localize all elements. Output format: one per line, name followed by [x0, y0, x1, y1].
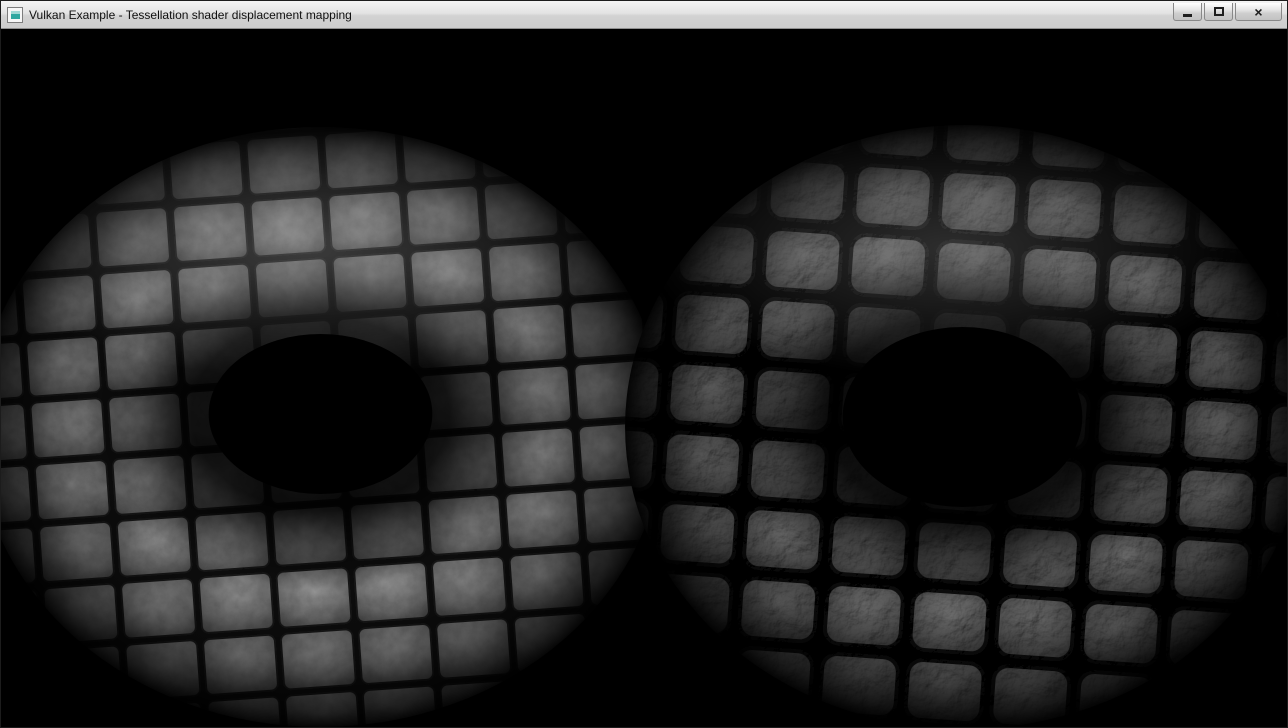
titlebar[interactable]: Vulkan Example - Tessellation shader dis… [1, 1, 1287, 29]
close-icon: × [1254, 5, 1262, 19]
maximize-icon [1214, 7, 1224, 16]
app-window: Vulkan Example - Tessellation shader dis… [0, 0, 1288, 728]
maximize-button[interactable] [1204, 3, 1233, 21]
minimize-icon [1183, 14, 1192, 17]
window-controls: × [1173, 3, 1282, 21]
app-icon [7, 7, 23, 23]
close-button[interactable]: × [1235, 3, 1282, 21]
minimize-button[interactable] [1173, 3, 1202, 21]
window-title: Vulkan Example - Tessellation shader dis… [29, 7, 1173, 22]
3d-scene [1, 29, 1287, 727]
app-icon-glyph [11, 11, 20, 19]
render-viewport[interactable] [1, 29, 1287, 727]
torus-right [615, 114, 1287, 727]
torus-left [1, 114, 700, 727]
